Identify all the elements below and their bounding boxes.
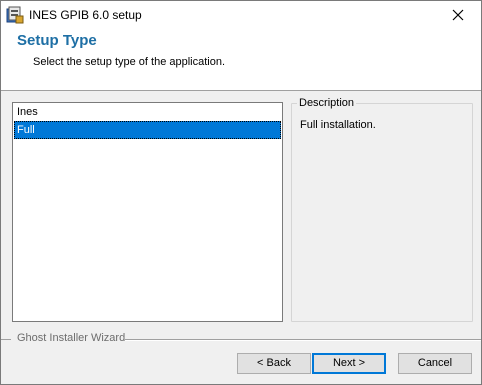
description-group [291, 103, 473, 322]
description-legend: Description [297, 97, 357, 109]
footer-divider-right [125, 339, 481, 341]
setup-window: INES GPIB 6.0 setup Setup Type Select th… [0, 0, 482, 385]
footer-divider-left [1, 339, 11, 340]
setup-type-list[interactable]: Ines Full [12, 102, 283, 322]
list-item-ines[interactable]: Ines [14, 103, 281, 121]
page-title: Setup Type [17, 32, 97, 49]
close-icon [452, 9, 464, 21]
wizard-header: Setup Type Select the setup type of the … [1, 29, 481, 91]
installer-icon [6, 6, 24, 24]
title-bar: INES GPIB 6.0 setup [1, 1, 481, 29]
back-button[interactable]: < Back [237, 353, 311, 374]
window-title: INES GPIB 6.0 setup [29, 8, 142, 22]
wizard-brand-label: Ghost Installer Wizard [17, 332, 126, 344]
next-button[interactable]: Next > [312, 353, 386, 374]
description-text: Full installation. [300, 119, 376, 131]
list-item-full[interactable]: Full [14, 121, 281, 139]
close-button[interactable] [435, 1, 481, 29]
cancel-button[interactable]: Cancel [398, 353, 472, 374]
page-subtitle: Select the setup type of the application… [33, 56, 226, 68]
